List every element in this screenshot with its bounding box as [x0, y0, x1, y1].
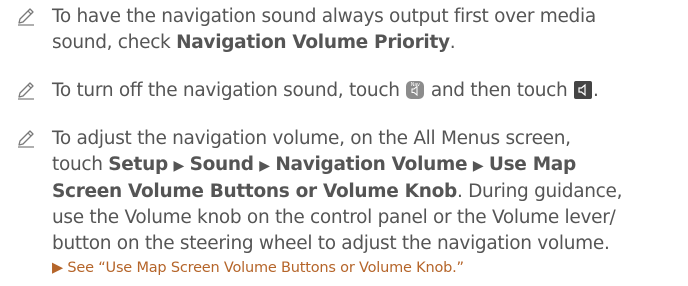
menu-path-use-map: Use Map: [488, 154, 576, 175]
menu-path-sound: Sound: [189, 154, 254, 175]
menu-path-setup: Setup: [108, 154, 168, 175]
arrow-icon: ▶: [472, 158, 484, 174]
note-text: To have the navigation sound always outp…: [52, 6, 596, 53]
note-text: To adjust the navigation volume, on the …: [52, 128, 623, 254]
note-text: To turn off the navigation sound, touch …: [52, 80, 599, 101]
arrow-icon: ▶: [259, 158, 270, 174]
arrow-icon: ▶: [52, 260, 63, 276]
see-reference-link[interactable]: ▶ See “Use Map Screen Volume Buttons or …: [52, 258, 464, 278]
arrow-icon: ▶: [173, 158, 185, 174]
menu-path-navigation-volume: Navigation Volume: [275, 154, 468, 175]
pencil-icon: [16, 80, 36, 100]
menu-path-option: Screen Volume Buttons or Volume Knob: [52, 181, 457, 202]
pencil-icon: [16, 6, 36, 26]
mute-icon: [574, 81, 593, 99]
navigation-volume-priority-label: Navigation Volume Priority: [176, 32, 450, 53]
pencil-icon: [16, 128, 36, 148]
navigation-sound-icon: Nav: [406, 81, 425, 99]
